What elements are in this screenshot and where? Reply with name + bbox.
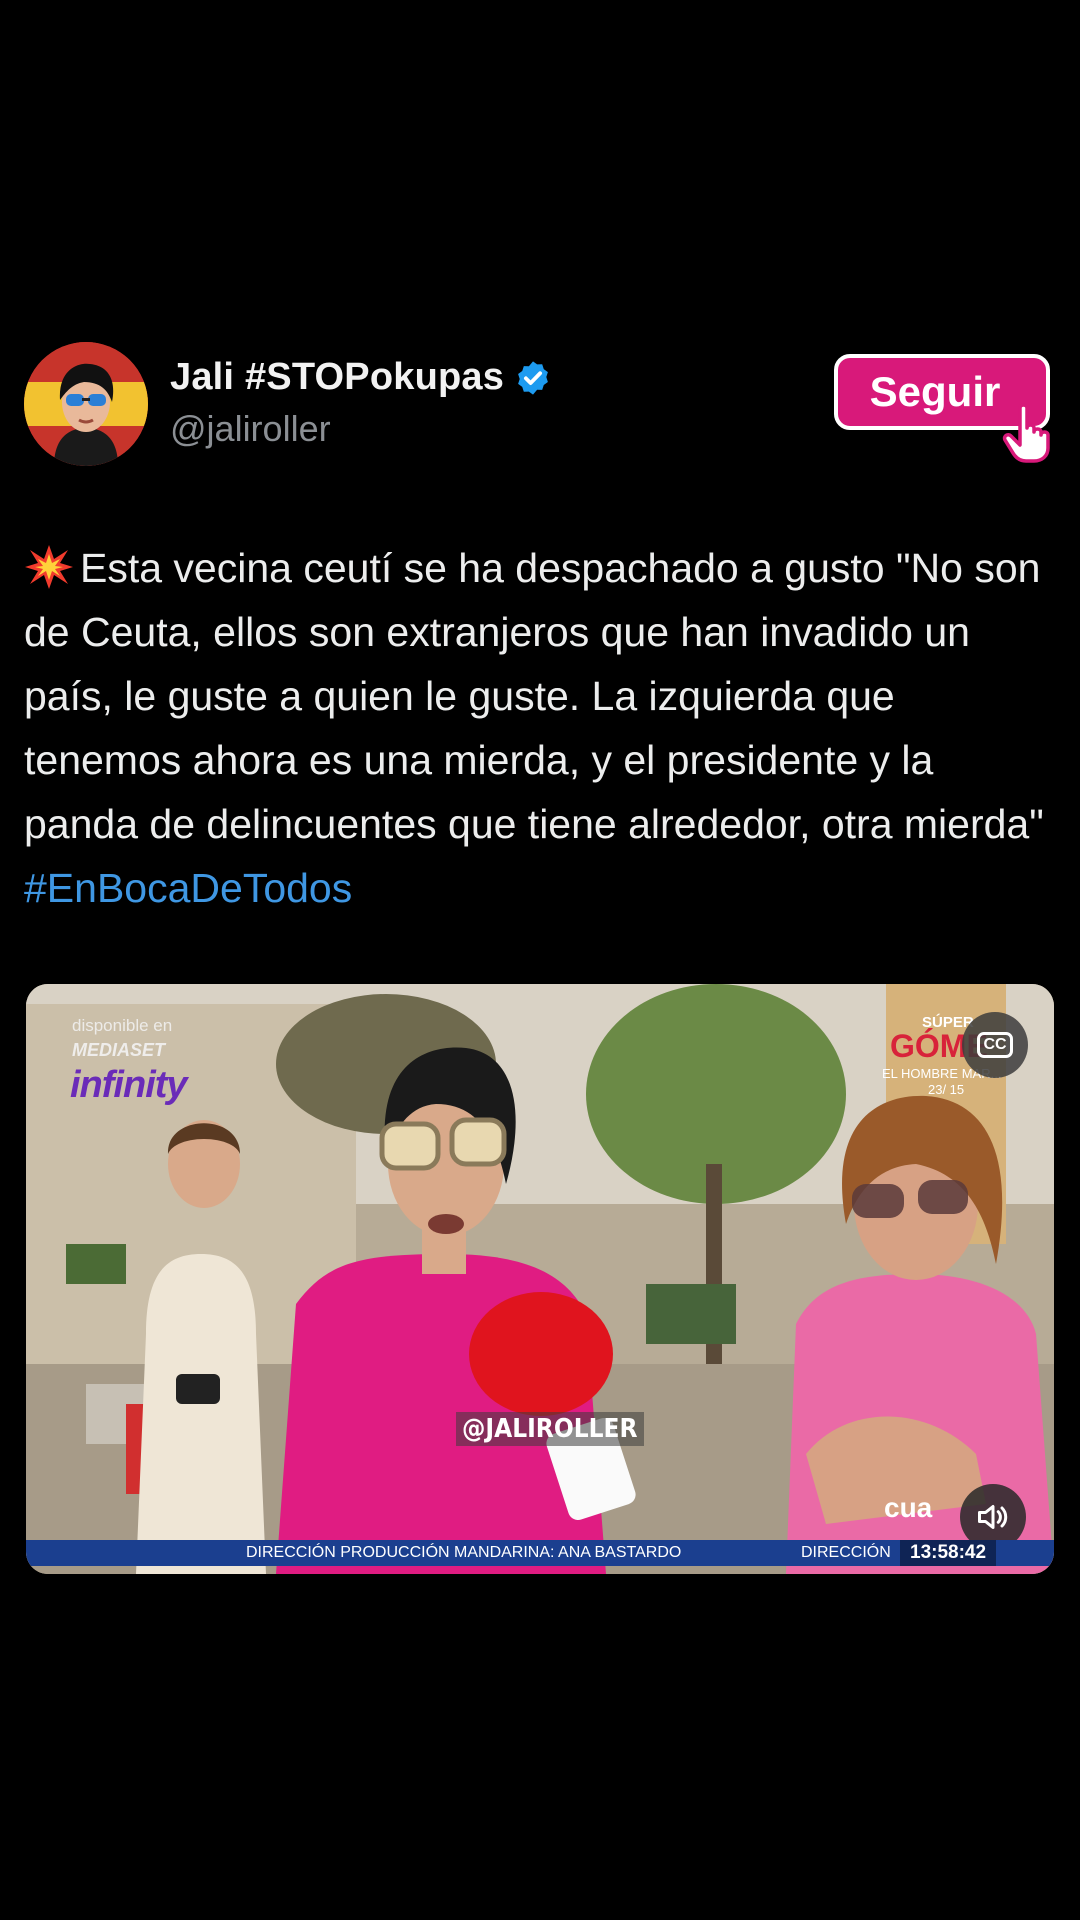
closed-captions-icon: CC <box>977 1032 1013 1058</box>
avatar-illustration <box>24 342 148 466</box>
ticker-text-right: DIRECCIÓN <box>801 1544 891 1561</box>
pointer-hand-icon <box>1002 403 1050 463</box>
broadcast-clock: 13:58:42 <box>900 1540 997 1566</box>
verified-badge-icon <box>514 359 552 397</box>
tweet-text: Esta vecina ceutí se ha despachado a gus… <box>24 536 1054 920</box>
ticker-text: DIRECCIÓN PRODUCCIÓN MANDARINA: ANA BAST… <box>246 1544 682 1561</box>
watermark-available: disponible en <box>72 1016 173 1035</box>
promo-line-4: 23/ 15 <box>928 1082 965 1097</box>
avatar[interactable] <box>24 342 148 466</box>
closed-captions-button[interactable]: CC <box>962 1012 1028 1078</box>
news-ticker: DIRECCIÓN PRODUCCIÓN MANDARINA: ANA BAST… <box>26 1540 1054 1566</box>
tweet-body: Esta vecina ceutí se ha despachado a gus… <box>24 545 1044 847</box>
handle-watermark: @JALIROLLER <box>456 1412 644 1446</box>
watermark-mediaset: MEDIASET <box>72 1040 166 1060</box>
author-handle[interactable]: @jaliroller <box>170 408 331 450</box>
tweet-header: Jali #STOPokupas @jaliroller Seguir <box>24 342 1056 472</box>
collision-emoji-icon <box>25 545 73 589</box>
hashtag-link[interactable]: #EnBocaDeTodos <box>24 865 352 911</box>
author-name-row: Jali #STOPokupas <box>170 356 552 399</box>
channel-logo: cua <box>884 1492 933 1523</box>
author-name[interactable]: Jali #STOPokupas <box>170 356 504 399</box>
volume-icon <box>978 1505 1008 1529</box>
watermark-infinity: infinity <box>70 1064 188 1106</box>
video-player[interactable]: disponible en MEDIASET infinity SÚPER GÓ… <box>26 984 1054 1574</box>
